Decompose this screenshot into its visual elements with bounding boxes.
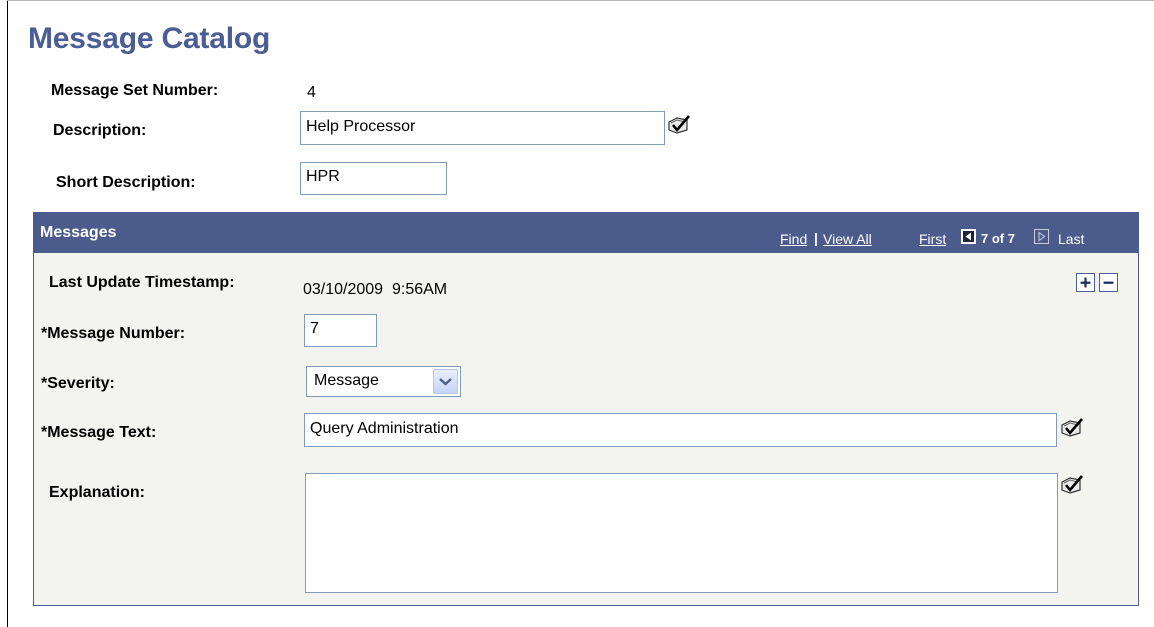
short-description-label: Short Description: — [56, 174, 196, 191]
delete-row-minus-icon[interactable] — [1099, 273, 1118, 292]
explanation-textarea[interactable] — [305, 473, 1058, 593]
nav-separator: | — [814, 230, 818, 246]
next-arrow-icon — [1034, 229, 1049, 244]
page-title: Message Catalog — [28, 22, 271, 55]
message-text-label: *Message Text: — [41, 424, 157, 441]
view-all-link[interactable]: View All — [823, 231, 872, 247]
severity-select[interactable]: Message — [306, 366, 461, 397]
row-position: 7 of 7 — [981, 231, 1015, 246]
message-number-label: *Message Number: — [41, 325, 186, 342]
chevron-down-icon — [439, 378, 452, 386]
message-text-spellcheck-icon[interactable] — [1060, 417, 1084, 439]
message-number-input[interactable]: 7 — [304, 314, 377, 347]
explanation-spellcheck-icon[interactable] — [1060, 474, 1084, 496]
last-label: Last — [1058, 231, 1085, 247]
severity-dropdown-button[interactable] — [433, 369, 458, 394]
window-border-left — [7, 0, 8, 627]
first-link[interactable]: First — [919, 231, 946, 247]
timestamp-value: 03/10/2009 9:56AM — [303, 281, 448, 298]
description-input[interactable]: Help Processor — [300, 111, 665, 145]
previous-arrow-icon[interactable] — [961, 229, 976, 244]
window-border-top — [7, 0, 1154, 1]
message-text-input[interactable]: Query Administration — [304, 413, 1057, 447]
find-link[interactable]: Find — [780, 231, 807, 247]
explanation-label: Explanation: — [49, 484, 146, 501]
messages-panel-title: Messages — [40, 224, 117, 241]
message-set-number-value: 4 — [307, 84, 316, 101]
severity-selected-value: Message — [314, 372, 379, 389]
message-set-number-label: Message Set Number: — [51, 82, 219, 99]
timestamp-label: Last Update Timestamp: — [49, 274, 235, 291]
short-description-input[interactable]: HPR — [300, 162, 447, 195]
add-row-plus-icon[interactable] — [1076, 273, 1095, 292]
severity-label: *Severity: — [41, 375, 115, 392]
description-spellcheck-icon[interactable] — [667, 114, 691, 136]
description-label: Description: — [53, 122, 147, 139]
